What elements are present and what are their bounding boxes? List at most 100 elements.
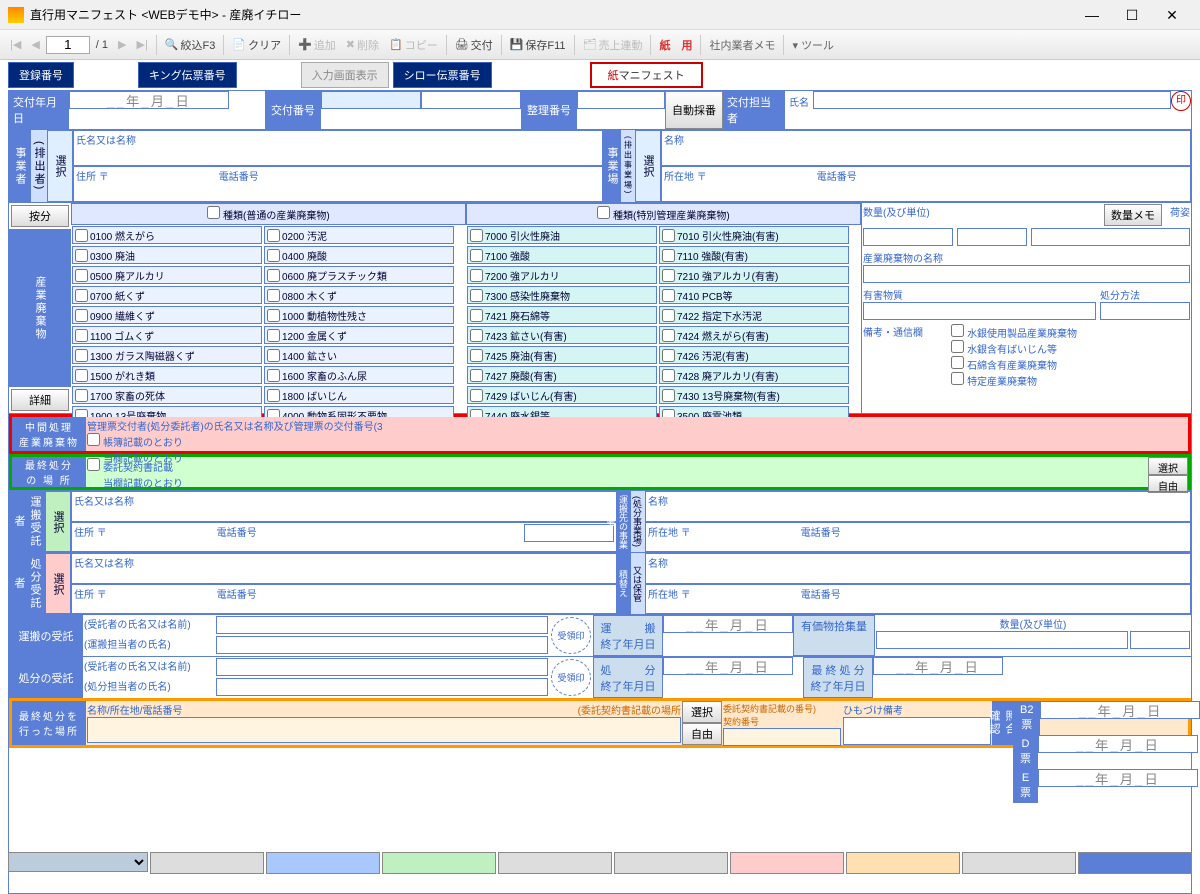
nav-first-icon[interactable]: |◀ [6,36,25,53]
waste-item[interactable]: 0700 紙くず [72,286,262,304]
waste-item-special[interactable]: 7422 指定下水汚泥 [659,306,849,324]
wastename-input[interactable] [863,265,1190,283]
final-select-button[interactable]: 選択 [1148,457,1188,475]
clear-button[interactable]: 📄クリア [228,35,285,55]
nav-last-icon[interactable]: ▶| [133,36,152,53]
waste-item-special[interactable]: 7200 強アルカリ [467,266,657,284]
tab-king[interactable]: キング伝票番号 [138,62,237,88]
waste-item-special[interactable]: 7000 引火性廃油 [467,226,657,244]
unit-input[interactable] [957,228,1027,246]
harmful-input[interactable] [863,302,1096,320]
save-button[interactable]: 💾保存F11 [506,35,570,55]
waste-item[interactable]: 1300 ガラス陶磁器くず [72,346,262,364]
waste-item[interactable]: 1400 鉱さい [264,346,454,364]
jigyosha-select[interactable]: 選択 [47,130,73,202]
waste-item[interactable]: 1600 家畜のふん尿 [264,366,454,384]
waste-item[interactable]: 1500 がれき類 [72,366,262,384]
carrier-select[interactable]: 選択 [45,491,71,552]
final-end-date[interactable] [873,657,1003,675]
waste-item[interactable]: 0600 廃プラスチック類 [264,266,454,284]
waste-item-special[interactable]: 7300 感染性廃棄物 [467,286,657,304]
type-normal-check[interactable] [207,206,220,219]
tool-menu[interactable]: ▾ ツール [788,37,838,53]
method-input[interactable] [1100,302,1190,320]
maximize-button[interactable]: ☐ [1112,1,1152,29]
issue-no-input2[interactable] [421,91,521,109]
waste-item-special[interactable]: 7427 廃酸(有害) [467,366,657,384]
close-button[interactable]: ✕ [1152,1,1192,29]
waste-item[interactable]: 1200 金属くず [264,326,454,344]
shape-input[interactable] [1031,228,1190,246]
waste-item[interactable]: 0200 汚泥 [264,226,454,244]
issuer-name-input[interactable] [813,91,1171,109]
waste-item[interactable]: 0500 廃アルカリ [72,266,262,284]
footer-bar [8,852,1192,874]
waste-item[interactable]: 1800 ばいじん [264,386,454,404]
tab-input[interactable]: 入力画面表示 [301,62,389,88]
tab-shiro[interactable]: シロー伝票番号 [393,62,492,88]
qty-memo-button[interactable]: 数量メモ [1104,204,1162,226]
site-select[interactable]: 選択 [635,130,661,202]
tab-paper[interactable]: 紙マニフェスト [590,62,703,88]
tab-reg[interactable]: 登録番号 [8,62,74,88]
waste-item[interactable]: 1900 13号廃棄物 [72,406,262,417]
waste-item[interactable]: 0300 廃油 [72,246,262,264]
minimize-button[interactable]: — [1072,1,1112,29]
waste-item-special[interactable]: 7430 13号廃棄物(有害) [659,386,849,404]
waste-item-special[interactable]: 7428 廃アルカリ(有害) [659,366,849,384]
contract-no-input[interactable] [723,728,841,746]
apportion-button[interactable]: 按分 [11,205,69,227]
waste-item[interactable]: 0900 繊維くず [72,306,262,324]
nav-next-icon[interactable]: ▶ [114,36,130,53]
waste-item-special[interactable]: 7426 汚泥(有害) [659,346,849,364]
waste-item-special[interactable]: 7110 強酸(有害) [659,246,849,264]
carry-end-date[interactable] [663,615,793,633]
stamp-icon[interactable]: 印 [1171,91,1191,111]
final-side: 最終処分の 場 所 [12,457,86,487]
waste-item-special[interactable]: 7429 ばいじん(有害) [467,386,657,404]
waste-item-special[interactable]: 7421 廃石綿等 [467,306,657,324]
page-number-input[interactable] [46,36,90,54]
carry-stamp[interactable]: 受領印 [551,617,591,654]
detail-button[interactable]: 詳細 [11,389,69,411]
waste-item-special[interactable]: 7425 廃油(有害) [467,346,657,364]
waste-item-special[interactable]: 7100 強酸 [467,246,657,264]
add-button[interactable]: ➕追加 [294,35,340,55]
delete-button[interactable]: ✖削除 [342,35,383,55]
disp-end-date[interactable] [663,657,793,675]
sales-button[interactable]: 🗂売上連動 [579,35,647,55]
memo-link[interactable]: 社内業者メモ [705,37,779,53]
seq-no-input[interactable] [577,91,665,109]
waste-item[interactable]: 0100 燃えがら [72,226,262,244]
waste-item-special[interactable]: 3500 廃電池類 [659,406,849,417]
waste-item[interactable]: 0400 廃酸 [264,246,454,264]
disposer-select[interactable]: 選択 [45,553,71,614]
footer-combo[interactable] [8,852,148,872]
waste-item-special[interactable]: 7424 燃えがら(有害) [659,326,849,344]
copy-button[interactable]: 📋コピー [385,35,442,55]
nav-prev-icon[interactable]: ◀ [27,36,43,53]
finalplace-input[interactable] [87,717,681,743]
waste-item-special[interactable]: 7010 引火性廃油(有害) [659,226,849,244]
type-special-check[interactable] [597,206,610,219]
waste-item-special[interactable]: 7440 廃水銀等 [467,406,657,417]
qty-input[interactable] [863,228,953,246]
link-note[interactable] [843,717,991,745]
waste-item-special[interactable]: 7210 強アルカリ(有害) [659,266,849,284]
waste-item[interactable]: 0800 木くず [264,286,454,304]
waste-item-special[interactable]: 7410 PCB等 [659,286,849,304]
finalplace-select[interactable]: 選択 [682,701,722,723]
waste-item-special[interactable]: 7423 鉱さい(有害) [467,326,657,344]
disp-stamp[interactable]: 受領印 [551,659,591,696]
paper-link[interactable]: 紙 用 [655,37,696,53]
finalplace-free[interactable]: 自由 [682,723,722,745]
issue-button[interactable]: 🖨交付 [451,35,497,55]
issue-no-input1[interactable] [321,91,421,109]
waste-item[interactable]: 1000 動植物性残さ [264,306,454,324]
waste-item[interactable]: 4000 動物系固形不要物 [264,406,454,417]
waste-item[interactable]: 1700 家畜の死体 [72,386,262,404]
issue-date-input[interactable] [69,91,229,109]
narrow-button[interactable]: 🔍絞込F3 [161,35,220,55]
waste-item[interactable]: 1100 ゴムくず [72,326,262,344]
auto-number-button[interactable]: 自動採番 [665,91,723,129]
